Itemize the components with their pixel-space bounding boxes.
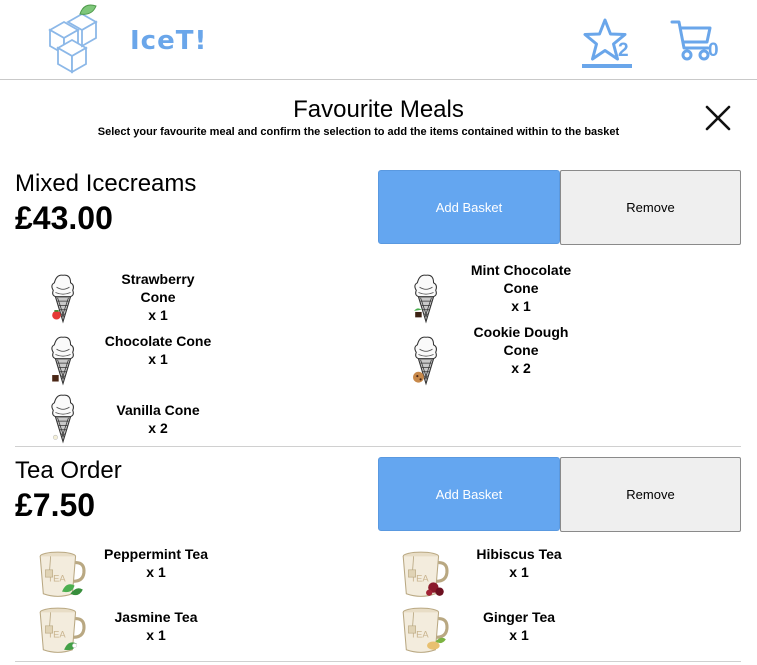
strawberry-cone-icon bbox=[37, 272, 89, 326]
item-name: Cookie Dough Cone bbox=[473, 324, 569, 358]
meal-price: £7.50 bbox=[15, 487, 96, 523]
list-item: Hibiscus Tea x 1 bbox=[398, 546, 638, 607]
meal-price: £43.00 bbox=[15, 200, 113, 236]
item-name: Vanilla Cone bbox=[116, 402, 200, 418]
list-item: Jasmine Tea x 1 bbox=[35, 603, 275, 663]
list-item: Strawberry Cone x 1 bbox=[37, 271, 277, 332]
list-item: Chocolate Cone x 1 bbox=[37, 333, 277, 394]
item-name: Chocolate Cone bbox=[104, 333, 212, 349]
page-subtitle: Select your favourite meal and confirm t… bbox=[97, 126, 620, 138]
hibiscus-tea-icon bbox=[398, 547, 450, 601]
mint-chocolate-cone-icon bbox=[414, 272, 452, 326]
add-basket-button[interactable]: Add Basket bbox=[378, 170, 560, 244]
list-item: Cookie Dough Cone x 2 bbox=[400, 324, 640, 394]
list-item: Ginger Tea x 1 bbox=[398, 603, 638, 663]
close-icon bbox=[705, 105, 731, 131]
meal-card: Tea Order £7.50 Add Basket Remove Pepper… bbox=[15, 457, 741, 657]
chocolate-cone-icon bbox=[37, 334, 89, 388]
iceti-logo[interactable]: IceT! bbox=[46, 4, 206, 74]
list-item: Vanilla Cone x 2 bbox=[37, 392, 277, 452]
close-button[interactable] bbox=[700, 100, 736, 136]
active-tab-indicator bbox=[582, 64, 632, 68]
cookie-dough-cone-icon bbox=[413, 334, 452, 388]
remove-button[interactable]: Remove bbox=[560, 457, 741, 532]
page-title: Favourite Meals bbox=[293, 96, 464, 123]
peppermint-tea-icon bbox=[35, 547, 87, 601]
ice-cubes-logo-icon bbox=[48, 4, 98, 74]
basket-count: 0 bbox=[708, 40, 719, 61]
item-name: Hibiscus Tea bbox=[476, 546, 562, 562]
item-name: Peppermint Tea bbox=[104, 546, 208, 562]
item-quantity: x 1 bbox=[148, 307, 168, 323]
item-quantity: x 1 bbox=[148, 351, 168, 367]
ginger-tea-icon bbox=[398, 603, 450, 657]
meal-divider bbox=[15, 446, 741, 447]
meal-name: Mixed Icecreams bbox=[15, 170, 197, 197]
item-name: Mint Chocolate Cone bbox=[470, 262, 572, 296]
item-name: Strawberry Cone bbox=[121, 271, 195, 305]
item-quantity: x 1 bbox=[146, 564, 166, 580]
item-quantity: x 1 bbox=[146, 627, 166, 643]
item-quantity: x 1 bbox=[509, 627, 529, 643]
item-name: Jasmine Tea bbox=[114, 609, 198, 625]
item-name: Ginger Tea bbox=[482, 609, 556, 625]
top-header: IceT! 2 0 bbox=[0, 0, 757, 80]
remove-button[interactable]: Remove bbox=[560, 170, 741, 245]
item-quantity: x 2 bbox=[148, 420, 168, 436]
list-item: Peppermint Tea x 1 bbox=[35, 546, 275, 607]
meal-card: Mixed Icecreams £43.00 Add Basket Remove… bbox=[15, 170, 741, 440]
item-quantity: x 2 bbox=[511, 360, 531, 376]
vanilla-cone-icon bbox=[37, 392, 89, 446]
jasmine-tea-icon bbox=[35, 603, 87, 657]
add-basket-button[interactable]: Add Basket bbox=[378, 457, 560, 531]
meal-divider bbox=[15, 661, 741, 662]
item-quantity: x 1 bbox=[509, 564, 529, 580]
meal-name: Tea Order bbox=[15, 457, 122, 484]
logo-text: IceT! bbox=[130, 26, 208, 56]
basket-button[interactable]: 0 bbox=[670, 18, 730, 66]
item-quantity: x 1 bbox=[511, 298, 531, 314]
favourites-count: 2 bbox=[618, 40, 629, 61]
favourites-button[interactable]: 2 bbox=[580, 18, 634, 70]
